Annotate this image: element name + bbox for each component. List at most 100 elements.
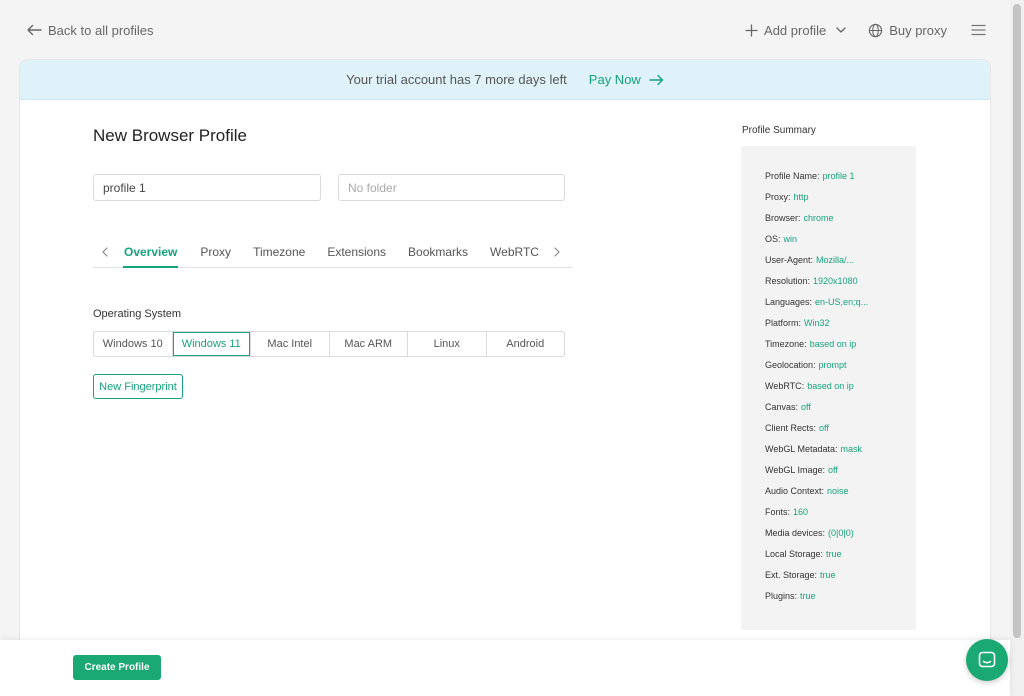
tab-overview[interactable]: Overview <box>123 240 179 268</box>
summary-key: Resolution: <box>765 276 811 286</box>
summary-row: Canvas: off <box>765 397 916 418</box>
os-option-mac-intel[interactable]: Mac Intel <box>251 332 330 356</box>
back-link-label: Back to all profiles <box>48 22 154 38</box>
tabs-viewport: Overview Proxy Timezone Extensions Bookmarks… <box>119 240 547 268</box>
tab-extensions[interactable]: Extensions <box>327 240 386 268</box>
summary-key: Profile Name: <box>765 171 820 181</box>
summary-value: win <box>783 234 798 244</box>
back-to-profiles-link[interactable]: Back to all profiles <box>26 20 154 40</box>
summary-value: based on ip <box>807 381 854 391</box>
os-option-windows-10[interactable]: Windows 10 <box>94 332 173 356</box>
summary-key: Platform: <box>765 318 802 328</box>
chat-button[interactable] <box>966 639 1008 681</box>
new-fingerprint-button[interactable]: New Fingerprint <box>93 374 183 399</box>
summary-key: Languages: <box>765 297 813 307</box>
buy-proxy-label: Buy proxy <box>889 22 947 38</box>
tab-webrtc[interactable]: WebRTC <box>490 240 539 268</box>
summary-row: Languages: en-US,en;q... <box>765 292 916 313</box>
summary-row: Media devices: (0|0|0) <box>765 523 916 544</box>
summary-row: Timezone: based on ip <box>765 334 916 355</box>
summary-row: Local Storage: true <box>765 544 916 565</box>
summary-value: off <box>828 465 838 475</box>
buy-proxy-button[interactable]: Buy proxy <box>868 23 947 38</box>
summary-row: Profile Name: profile 1 <box>765 166 916 187</box>
profile-summary-panel: Profile Name: profile 1 Proxy: http Browser:… <box>741 146 916 630</box>
summary-key: WebGL Metadata: <box>765 444 838 454</box>
summary-value: (0|0|0) <box>828 528 854 538</box>
os-option-mac-arm[interactable]: Mac ARM <box>330 332 408 356</box>
summary-row: Browser: chrome <box>765 208 916 229</box>
summary-row: WebGL Metadata: mask <box>765 439 916 460</box>
summary-value: Win32 <box>804 318 830 328</box>
top-bar: Back to all profiles Add profile Buy pro… <box>0 0 1010 60</box>
add-profile-button[interactable]: Add profile <box>745 23 846 38</box>
tab-timezone[interactable]: Timezone <box>253 240 305 268</box>
summary-key: Local Storage: <box>765 549 824 559</box>
summary-row: Platform: Win32 <box>765 313 916 334</box>
summary-row: WebGL Image: off <box>765 460 916 481</box>
summary-key: Media devices: <box>765 528 826 538</box>
summary-row: Geolocation: prompt <box>765 355 916 376</box>
summary-row: Client Rects: off <box>765 418 916 439</box>
summary-value: chrome <box>803 213 834 223</box>
chat-icon <box>977 650 997 670</box>
tab-bookmarks[interactable]: Bookmarks <box>408 240 468 268</box>
summary-key: Audio Context: <box>765 486 825 496</box>
summary-value: true <box>826 549 842 559</box>
tab-proxy[interactable]: Proxy <box>200 240 231 268</box>
chevron-right-icon[interactable] <box>553 245 561 259</box>
folder-select[interactable] <box>338 174 565 201</box>
arrow-right-icon <box>649 74 664 86</box>
summary-key: Browser: <box>765 213 801 223</box>
os-option-android[interactable]: Android <box>487 332 565 356</box>
summary-value: prompt <box>818 360 847 370</box>
summary-title: Profile Summary <box>742 125 816 136</box>
summary-key: Client Rects: <box>765 423 817 433</box>
summary-value: 1920x1080 <box>813 276 858 286</box>
summary-key: WebRTC: <box>765 381 805 391</box>
trial-text: Your trial account has 7 more days left <box>346 72 567 87</box>
summary-value: Mozilla/... <box>816 255 855 265</box>
summary-key: Ext. Storage: <box>765 570 818 580</box>
bottom-bar: Create Profile <box>0 640 1010 696</box>
summary-row: Plugins: true <box>765 586 916 607</box>
summary-key: Plugins: <box>765 591 798 601</box>
summary-key: Geolocation: <box>765 360 816 370</box>
profile-card: Your trial account has 7 more days left … <box>20 60 990 660</box>
page-title: New Browser Profile <box>93 126 247 145</box>
page-scrollbar[interactable] <box>1010 0 1024 696</box>
profile-name-input[interactable] <box>93 174 321 201</box>
settings-tabs: Overview Proxy Timezone Extensions Bookmarks… <box>93 240 573 268</box>
scrollbar-thumb[interactable] <box>1013 4 1021 638</box>
summary-key: WebGL Image: <box>765 465 826 475</box>
chevron-left-icon[interactable] <box>101 245 109 259</box>
create-profile-button[interactable]: Create Profile <box>73 655 161 680</box>
summary-row: Audio Context: noise <box>765 481 916 502</box>
pay-now-link[interactable]: Pay Now <box>589 72 664 87</box>
summary-key: User-Agent: <box>765 255 814 265</box>
os-option-linux[interactable]: Linux <box>408 332 487 356</box>
globe-icon <box>868 23 883 38</box>
summary-value: off <box>819 423 829 433</box>
summary-value: true <box>800 591 816 601</box>
summary-value: noise <box>827 486 849 496</box>
summary-value: mask <box>840 444 863 454</box>
summary-key: Canvas: <box>765 402 799 412</box>
summary-row: WebRTC: based on ip <box>765 376 916 397</box>
summary-row: Fonts: 160 <box>765 502 916 523</box>
summary-row: Resolution: 1920x1080 <box>765 271 916 292</box>
summary-value: based on ip <box>809 339 857 349</box>
chevron-down-icon <box>836 27 846 33</box>
top-actions: Add profile Buy proxy <box>745 20 986 40</box>
pay-now-label: Pay Now <box>588 72 641 87</box>
os-label: Operating System <box>93 308 182 320</box>
summary-value: profile 1 <box>822 171 855 181</box>
summary-value: en-US,en;q... <box>815 297 869 307</box>
summary-row: Ext. Storage: true <box>765 565 916 586</box>
summary-key: OS: <box>765 234 781 244</box>
menu-icon[interactable] <box>971 24 986 36</box>
os-option-windows-11[interactable]: Windows 11 <box>173 332 251 356</box>
os-selector: Windows 10 Windows 11 Mac Intel Mac ARM Linu… <box>93 331 565 357</box>
summary-value: off <box>801 402 811 412</box>
plus-icon <box>745 23 758 37</box>
